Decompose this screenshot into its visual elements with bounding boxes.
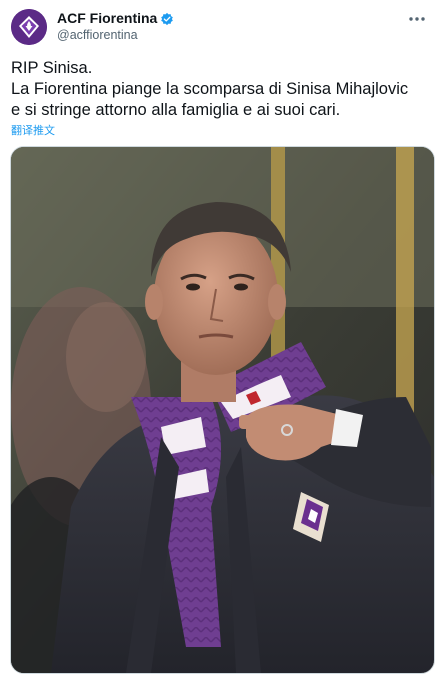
- tweet-text-line: RIP Sinisa.: [11, 59, 93, 77]
- author-handle[interactable]: @acffiorentina: [57, 27, 174, 44]
- avatar[interactable]: [11, 9, 47, 45]
- author-block: ACF Fiorentina @acffiorentina: [57, 10, 174, 44]
- more-horizontal-icon[interactable]: [406, 10, 428, 28]
- tweet-photo[interactable]: [10, 146, 435, 674]
- tweet-header: ACF Fiorentina @acffiorentina: [0, 0, 440, 56]
- verified-badge-icon: [160, 12, 174, 26]
- translate-tweet-link[interactable]: 翻译推文: [11, 122, 55, 138]
- tweet-text: RIP Sinisa. La Fiorentina piange la scom…: [11, 58, 431, 121]
- coach-photo-image: [11, 147, 434, 673]
- author-display-name[interactable]: ACF Fiorentina: [57, 10, 157, 27]
- tweet-text-line: La Fiorentina piange la scomparsa di Sin…: [11, 80, 409, 98]
- tweet-text-line: e si stringe attorno alla famiglia e ai …: [11, 101, 341, 119]
- fiorentina-crest-icon: [11, 9, 47, 45]
- author-display-name-row[interactable]: ACF Fiorentina: [57, 10, 174, 27]
